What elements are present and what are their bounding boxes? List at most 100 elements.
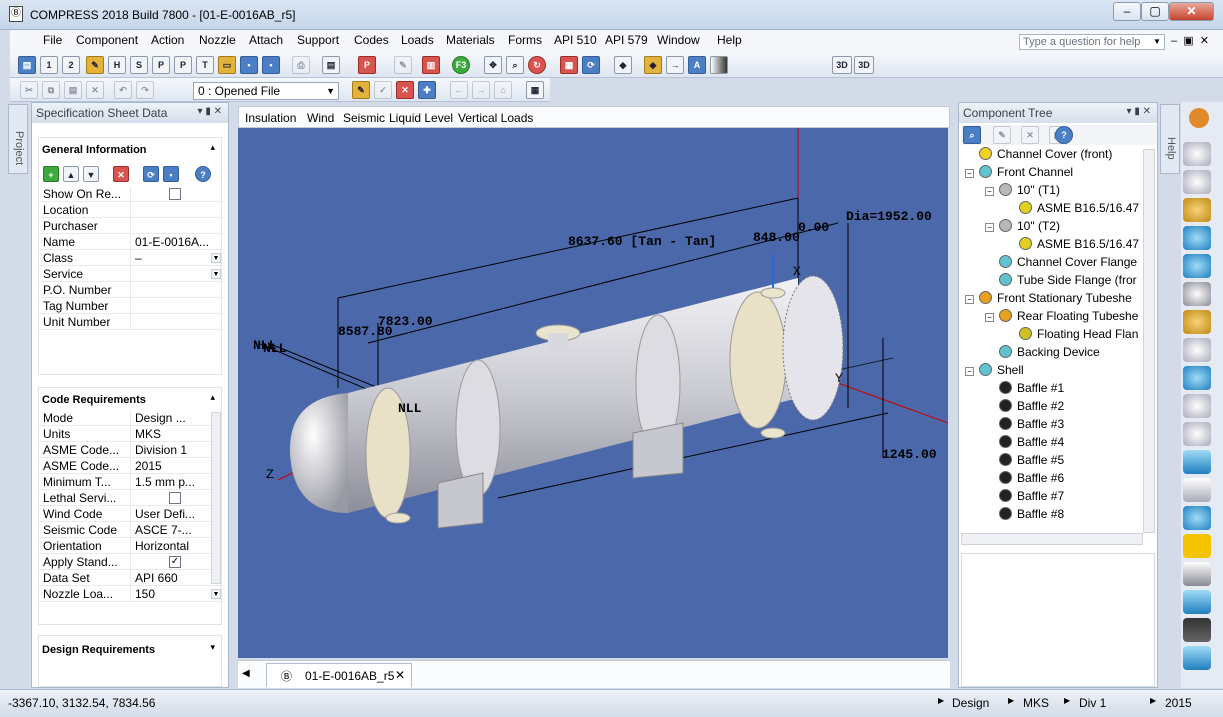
home-icon[interactable]: ⌂ <box>494 81 512 99</box>
close-button[interactable]: ✕ <box>1169 2 1214 21</box>
expand-icon[interactable]: ▾ <box>210 642 215 653</box>
f3-icon[interactable]: F3 <box>452 56 470 74</box>
new-icon[interactable]: ▤ <box>18 56 36 74</box>
print-icon[interactable]: ⎙ <box>292 56 310 74</box>
rename-icon[interactable]: ✎ <box>993 126 1011 144</box>
menu-nozzle[interactable]: Nozzle <box>199 33 236 47</box>
pan-icon[interactable]: ✥ <box>484 56 502 74</box>
skirt-icon[interactable] <box>1183 618 1211 642</box>
menu-component[interactable]: Component <box>76 33 138 47</box>
menu-forms[interactable]: Forms <box>508 33 542 47</box>
tree-node[interactable]: Tube Side Flange (fror <box>999 273 1143 291</box>
property-row[interactable]: Data SetAPI 660▼ <box>39 570 223 586</box>
tree-expander-icon[interactable]: − <box>965 367 975 385</box>
gradient-icon[interactable] <box>710 56 728 74</box>
menu-help[interactable]: Help <box>717 33 742 47</box>
property-row[interactable]: Tag Number <box>39 298 223 314</box>
help-side-tab[interactable]: Help <box>1160 104 1180 174</box>
property-row[interactable]: P.O. Number <box>39 282 223 298</box>
disc-icon[interactable] <box>1183 366 1211 390</box>
undo-icon[interactable]: ↶ <box>114 81 132 99</box>
find-icon[interactable]: ⌕ <box>963 126 981 144</box>
tree-node[interactable]: Floating Head Flan <box>1019 327 1143 345</box>
tree-node[interactable]: Front Channel <box>979 165 1143 183</box>
body-flange-icon[interactable] <box>1183 394 1211 418</box>
tree-node[interactable]: Rear Floating Tubeshe <box>999 309 1143 327</box>
pdf-icon[interactable]: P <box>358 56 376 74</box>
label-icon[interactable]: A <box>688 56 706 74</box>
tab-vertical-loads[interactable]: Vertical Loads <box>458 111 533 125</box>
tree-help-icon[interactable]: ? <box>1055 126 1073 144</box>
cover-icon[interactable] <box>1183 338 1211 362</box>
dropdown-arrow-icon[interactable]: ▼ <box>211 253 221 263</box>
tree-node[interactable]: Channel Cover Flange <box>999 255 1143 273</box>
save-all-icon[interactable]: ▪ <box>262 56 280 74</box>
ellipsoidal-head-icon[interactable] <box>1183 226 1211 250</box>
property-row[interactable]: Purchaser <box>39 218 223 234</box>
menu-support[interactable]: Support <box>297 33 339 47</box>
property-checkbox[interactable] <box>169 188 181 200</box>
property-row[interactable]: Nozzle Loa... 150 ▼ <box>39 586 223 602</box>
document-tab[interactable]: Ⓑ 01-E-0016AB_r5 ✕ <box>266 663 412 687</box>
tree-node[interactable]: Front Stationary Tubeshe <box>979 291 1143 309</box>
hazard-icon[interactable]: ◆ <box>644 56 662 74</box>
property-row[interactable]: Service ▼ <box>39 266 223 282</box>
dropdown-arrow-icon[interactable]: ▼ <box>211 589 221 599</box>
tubesheet-icon[interactable] <box>1183 310 1211 334</box>
check-edit-icon[interactable]: ✓ <box>374 81 392 99</box>
forward-icon[interactable]: → <box>472 81 490 99</box>
form2-icon[interactable]: 2 <box>62 56 80 74</box>
tree-node[interactable]: Baffle #7 <box>999 489 1143 507</box>
jacket-icon[interactable] <box>1183 590 1211 614</box>
insert-icon[interactable]: ✚ <box>418 81 436 99</box>
document-close-icon[interactable]: ✕ <box>395 668 405 682</box>
report-icon[interactable]: ▤ <box>322 56 340 74</box>
tree-expander-icon[interactable]: − <box>965 295 975 313</box>
paste-icon[interactable]: ▤ <box>64 81 82 99</box>
view-cube-icon[interactable]: ◆ <box>614 56 632 74</box>
refresh-rows-icon[interactable]: ⟳ <box>143 166 159 182</box>
tab-insulation[interactable]: Insulation <box>245 111 296 125</box>
delete-icon[interactable]: ✕ <box>86 81 104 99</box>
property-value[interactable]: MKS <box>135 427 213 441</box>
maximize-button[interactable]: ▢ <box>1141 2 1169 21</box>
property-row[interactable]: ModeDesign ...▼ <box>39 410 223 426</box>
3d-view-button[interactable]: 3D <box>832 56 852 74</box>
property-value[interactable]: ASCE 7-... <box>135 523 213 537</box>
redo-icon[interactable]: ↷ <box>136 81 154 99</box>
calculator-icon[interactable]: ▦ <box>526 81 544 99</box>
help-palette-icon[interactable] <box>1189 108 1209 128</box>
property-row[interactable]: Apply Stand... ✓ <box>39 554 223 570</box>
help-dropdown-icon[interactable]: ▼ <box>1153 34 1163 50</box>
tree-expander-icon[interactable]: − <box>985 223 995 241</box>
tree-node[interactable]: ASME B16.5/16.47 <box>1019 237 1143 255</box>
tab-seismic[interactable]: Seismic <box>343 111 385 125</box>
tab-scroll-left-icon[interactable]: ◀ <box>242 668 250 679</box>
head-icon[interactable]: H <box>108 56 126 74</box>
property-row[interactable]: OrientationHorizontal▼ <box>39 538 223 554</box>
property-value[interactable]: Horizontal <box>135 539 213 553</box>
cylinder-icon[interactable] <box>1183 450 1211 474</box>
tree-node[interactable]: Baffle #8 <box>999 507 1143 525</box>
remove-icon[interactable]: ✕ <box>1021 126 1039 144</box>
delete-row-icon[interactable]: ✕ <box>113 166 129 182</box>
menu-window[interactable]: Window <box>657 33 700 47</box>
refresh-icon[interactable]: ⟳ <box>582 56 600 74</box>
property-checkbox[interactable] <box>169 492 181 504</box>
flange-icon[interactable] <box>1183 198 1211 222</box>
form1-icon[interactable]: 1 <box>40 56 58 74</box>
cone-section-icon[interactable] <box>1183 646 1211 670</box>
reducer-icon[interactable] <box>1183 422 1211 446</box>
collapse-icon[interactable]: ▴ <box>210 392 215 403</box>
help-icon[interactable]: ? <box>195 166 211 182</box>
tree-node[interactable]: Baffle #6 <box>999 471 1143 489</box>
property-row[interactable]: Name 01-E-0016A... <box>39 234 223 250</box>
save-icon[interactable]: ▪ <box>240 56 258 74</box>
property-row[interactable]: ASME Code...Division 1▼ <box>39 442 223 458</box>
open-folder-icon[interactable]: ▭ <box>218 56 236 74</box>
tree-node[interactable]: 10" (T2) <box>999 219 1143 237</box>
property-row[interactable]: Show On Re... <box>39 186 223 202</box>
tree-vscrollbar[interactable] <box>1143 149 1155 533</box>
text-icon[interactable]: T <box>196 56 214 74</box>
tree-node[interactable]: Baffle #5 <box>999 453 1143 471</box>
